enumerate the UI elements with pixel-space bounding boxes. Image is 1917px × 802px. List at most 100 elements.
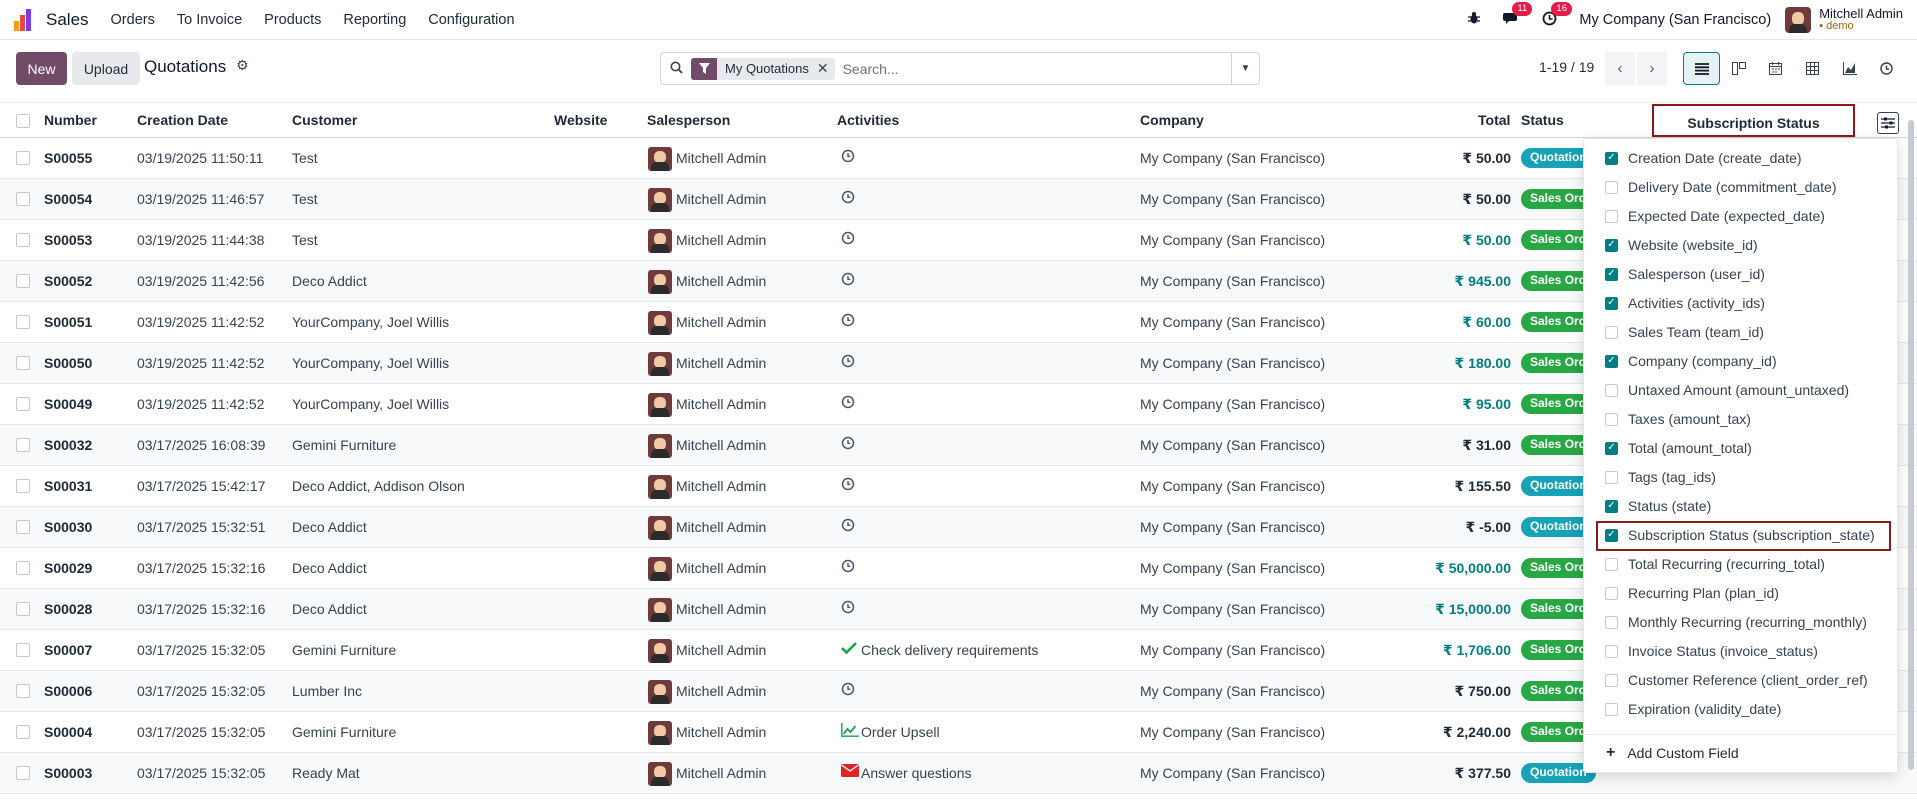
app-brand[interactable]: Sales	[46, 10, 89, 30]
column-company[interactable]: Company	[1140, 112, 1204, 128]
scrollbar[interactable]	[1907, 102, 1915, 792]
gear-icon[interactable]: ⚙	[236, 57, 249, 74]
optional-column-option[interactable]: ✓ Salesperson (user_id)	[1605, 262, 1765, 286]
sales-app-icon[interactable]	[14, 8, 36, 31]
checkbox[interactable]: ✓	[1605, 267, 1618, 281]
clock-icon[interactable]	[841, 395, 855, 412]
clock-icon[interactable]	[841, 149, 855, 166]
menu-configuration[interactable]: Configuration	[428, 12, 514, 28]
column-subscription-status[interactable]: Subscription Status	[1652, 104, 1855, 137]
remove-facet-icon[interactable]: ✕	[817, 60, 835, 77]
optional-column-option[interactable]: Delivery Date (commitment_date)	[1605, 175, 1837, 199]
list-view-icon[interactable]	[1683, 52, 1720, 85]
clock-icon[interactable]	[841, 559, 855, 576]
optional-column-option[interactable]: ✓ Website (website_id)	[1605, 233, 1758, 257]
avatar[interactable]	[648, 229, 672, 253]
menu-to-invoice[interactable]: To Invoice	[177, 12, 242, 28]
check-icon[interactable]	[841, 641, 857, 658]
avatar[interactable]	[648, 147, 672, 171]
clock-icon[interactable]	[841, 313, 855, 330]
checkbox[interactable]: ✓	[1605, 238, 1618, 252]
checkbox[interactable]	[1605, 180, 1618, 194]
search-input[interactable]	[842, 60, 1203, 77]
clock-icon[interactable]	[841, 682, 855, 699]
search-options-toggle[interactable]: ▼	[1231, 53, 1259, 84]
menu-orders[interactable]: Orders	[111, 12, 155, 28]
row-checkbox[interactable]	[16, 643, 30, 657]
activity-summary[interactable]: Answer questions	[861, 765, 972, 781]
clock-icon[interactable]	[841, 272, 855, 289]
add-custom-field-button[interactable]: + Add Custom Field	[1606, 744, 1739, 762]
row-checkbox[interactable]	[16, 356, 30, 370]
row-checkbox[interactable]	[16, 766, 30, 780]
avatar[interactable]	[648, 721, 672, 745]
activity-summary[interactable]: Check delivery requirements	[861, 642, 1038, 658]
clock-icon[interactable]	[841, 231, 855, 248]
checkbox[interactable]	[1605, 325, 1618, 339]
checkbox[interactable]	[1605, 702, 1618, 716]
checkbox[interactable]	[1605, 412, 1618, 426]
checkbox[interactable]	[1605, 586, 1618, 600]
calendar-view-icon[interactable]	[1757, 52, 1794, 85]
checkbox[interactable]: ✓	[1605, 151, 1618, 165]
optional-column-option[interactable]: Sales Team (team_id)	[1605, 320, 1764, 344]
optional-column-option[interactable]: ✓ Status (state)	[1605, 494, 1711, 518]
column-number[interactable]: Number	[44, 112, 97, 128]
optional-column-option[interactable]: Taxes (amount_tax)	[1605, 407, 1751, 431]
avatar[interactable]	[648, 639, 672, 663]
checkbox[interactable]	[1605, 470, 1618, 484]
optional-column-option[interactable]: ✓ Activities (activity_ids)	[1605, 291, 1765, 315]
checkbox[interactable]: ✓	[1605, 354, 1618, 368]
kanban-view-icon[interactable]	[1720, 52, 1757, 85]
row-checkbox[interactable]	[16, 315, 30, 329]
clock-icon[interactable]	[841, 518, 855, 535]
row-checkbox[interactable]	[16, 520, 30, 534]
column-status[interactable]: Status	[1521, 112, 1564, 128]
avatar[interactable]	[648, 557, 672, 581]
user-avatar[interactable]	[1785, 7, 1812, 33]
activity-view-icon[interactable]	[1868, 52, 1905, 85]
avatar[interactable]	[648, 393, 672, 417]
optional-column-option[interactable]: Recurring Plan (plan_id)	[1605, 581, 1779, 605]
checkbox[interactable]: ✓	[1605, 499, 1618, 513]
scrollbar-thumb[interactable]	[1908, 120, 1914, 770]
row-checkbox[interactable]	[16, 684, 30, 698]
avatar[interactable]	[648, 598, 672, 622]
user-menu[interactable]: Mitchell Admin ▪ demo	[1819, 7, 1903, 33]
optional-column-option[interactable]: Expected Date (expected_date)	[1605, 204, 1825, 228]
optional-column-option[interactable]: Invoice Status (invoice_status)	[1605, 639, 1818, 663]
optional-columns-toggle-icon[interactable]	[1877, 112, 1899, 134]
activity-clock-icon[interactable]: 16	[1542, 1, 1572, 30]
column-salesperson[interactable]: Salesperson	[647, 112, 730, 128]
column-creation-date[interactable]: Creation Date	[137, 112, 228, 128]
row-checkbox[interactable]	[16, 233, 30, 247]
clock-icon[interactable]	[841, 600, 855, 617]
envelope-icon[interactable]	[841, 764, 859, 780]
graph-view-icon[interactable]	[1831, 52, 1868, 85]
optional-column-option[interactable]: Customer Reference (client_order_ref)	[1605, 668, 1868, 692]
optional-column-option[interactable]: Total Recurring (recurring_total)	[1605, 552, 1825, 576]
checkbox[interactable]	[1605, 557, 1618, 571]
row-checkbox[interactable]	[16, 397, 30, 411]
column-website[interactable]: Website	[554, 112, 607, 128]
row-checkbox[interactable]	[16, 479, 30, 493]
company-switcher[interactable]: My Company (San Francisco)	[1579, 12, 1771, 28]
optional-column-option[interactable]: Tags (tag_ids)	[1605, 465, 1716, 489]
clock-icon[interactable]	[841, 477, 855, 494]
row-checkbox[interactable]	[16, 725, 30, 739]
avatar[interactable]	[648, 475, 672, 499]
checkbox[interactable]: ✓	[1605, 296, 1618, 310]
search-facet[interactable]: My Quotations ✕	[691, 57, 835, 80]
avatar[interactable]	[648, 680, 672, 704]
avatar[interactable]	[648, 434, 672, 458]
avatar[interactable]	[648, 270, 672, 294]
checkbox[interactable]	[1605, 673, 1618, 687]
optional-column-option[interactable]: Monthly Recurring (recurring_monthly)	[1605, 610, 1867, 634]
clock-icon[interactable]	[841, 436, 855, 453]
checkbox[interactable]	[1605, 209, 1618, 223]
pager-previous-button[interactable]: ‹	[1605, 52, 1635, 85]
new-button[interactable]: New	[16, 52, 67, 85]
column-customer[interactable]: Customer	[292, 112, 357, 128]
clock-icon[interactable]	[841, 354, 855, 371]
optional-column-option[interactable]: ✓ Creation Date (create_date)	[1605, 146, 1802, 170]
